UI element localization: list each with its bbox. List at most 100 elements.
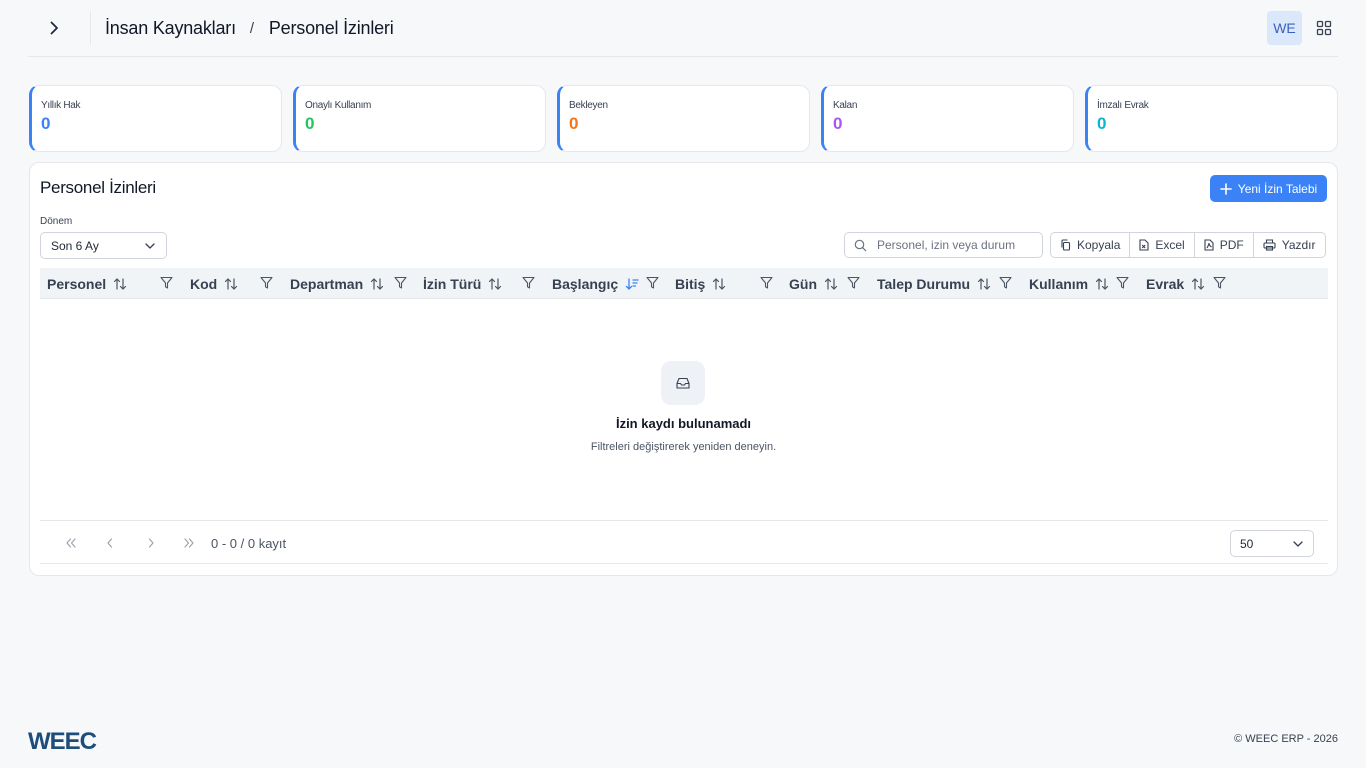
pdf-label: PDF	[1219, 238, 1244, 252]
sort-icon[interactable]	[1191, 277, 1205, 290]
filter-icon[interactable]	[1116, 276, 1129, 290]
stat-label: Bekleyen	[569, 100, 608, 111]
stat-card-signed-docs: İmzalı Evrak 0	[1085, 85, 1338, 152]
stat-value: 0	[41, 114, 51, 133]
column-label: Kod	[190, 275, 218, 292]
sort-icon[interactable]	[224, 277, 238, 290]
grid-icon	[1316, 20, 1332, 36]
user-avatar[interactable]: WE	[1267, 11, 1302, 45]
new-leave-request-label: Yeni İzin Talebi	[1237, 181, 1318, 196]
column-header-gun[interactable]: Gün	[789, 268, 838, 299]
print-button[interactable]: Yazdır	[1254, 233, 1325, 257]
stat-cards: Yıllık Hak 0 Onaylı Kullanım 0 Bekleyen …	[29, 85, 1338, 152]
sidebar-toggle-button[interactable]	[34, 8, 74, 48]
period-select[interactable]: Son 6 Ay	[40, 232, 167, 259]
search-box	[844, 232, 1043, 258]
breadcrumb-item-module[interactable]: İnsan Kaynakları	[105, 18, 236, 39]
sort-icon[interactable]	[370, 277, 384, 290]
sort-desc-icon[interactable]	[625, 277, 639, 290]
export-button-group: Kopyala Excel PDF Yazdır	[1050, 232, 1326, 258]
page-size-value: 50	[1240, 536, 1254, 551]
column-header-izin-turu[interactable]: İzin Türü	[423, 268, 502, 299]
excel-file-icon	[1139, 239, 1149, 251]
stat-label: İmzalı Evrak	[1097, 100, 1149, 111]
sort-icon[interactable]	[977, 277, 991, 290]
stat-value: 0	[833, 114, 843, 133]
column-header-bitis[interactable]: Bitiş	[675, 268, 726, 299]
excel-button[interactable]: Excel	[1130, 233, 1195, 257]
column-header-departman[interactable]: Departman	[290, 268, 384, 299]
stat-card-pending: Bekleyen 0	[557, 85, 810, 152]
chevrons-right-icon	[184, 538, 194, 548]
breadcrumb-separator: /	[249, 19, 254, 37]
column-header-baslangic[interactable]: Başlangıç	[552, 268, 639, 299]
column-label: Evrak	[1146, 275, 1185, 292]
filter-icon[interactable]	[394, 276, 407, 290]
chevron-right-icon	[148, 538, 154, 548]
sort-icon[interactable]	[1095, 277, 1109, 290]
period-value: Son 6 Ay	[51, 238, 99, 253]
next-page-button[interactable]	[141, 534, 161, 552]
svg-text:WEEC: WEEC	[28, 729, 97, 751]
stat-value: 0	[1097, 114, 1107, 133]
prev-page-button[interactable]	[100, 534, 120, 552]
search-input[interactable]	[877, 238, 1027, 252]
column-label: Gün	[789, 275, 817, 292]
excel-label: Excel	[1155, 238, 1185, 252]
copy-button[interactable]: Kopyala	[1051, 233, 1131, 257]
first-page-button[interactable]	[61, 534, 81, 552]
filter-icon[interactable]	[260, 276, 273, 290]
column-label: Personel	[47, 275, 107, 292]
search-icon	[854, 239, 867, 251]
filter-icon[interactable]	[1213, 276, 1226, 290]
stat-value: 0	[305, 114, 315, 133]
column-header-kod[interactable]: Kod	[190, 268, 238, 299]
sort-icon[interactable]	[824, 277, 838, 290]
panel-title: Personel İzinleri	[40, 178, 156, 197]
stat-card-annual-entitlement: Yıllık Hak 0	[29, 85, 282, 152]
filter-icon[interactable]	[160, 276, 173, 290]
copyright-text: © WEEC ERP - 2026	[1234, 733, 1338, 745]
chevrons-left-icon	[66, 538, 76, 548]
header-divider	[90, 11, 91, 45]
inbox-icon	[661, 361, 705, 405]
top-bar: İnsan Kaynakları / Personel İzinleri WE	[28, 0, 1338, 57]
sort-icon[interactable]	[488, 277, 502, 290]
stat-label: Yıllık Hak	[41, 100, 81, 111]
sort-icon[interactable]	[712, 277, 726, 290]
filter-icon[interactable]	[999, 276, 1012, 290]
copy-icon	[1061, 239, 1071, 251]
column-header-evrak[interactable]: Evrak	[1146, 268, 1205, 299]
filter-icon[interactable]	[760, 276, 773, 290]
sort-icon[interactable]	[113, 277, 127, 290]
chevron-down-icon	[145, 242, 155, 249]
filter-icon[interactable]	[522, 276, 535, 290]
filter-icon[interactable]	[646, 276, 659, 290]
weec-logo: WEEC	[28, 728, 112, 756]
apps-grid-button[interactable]	[1310, 11, 1338, 45]
stat-label: Kalan	[833, 100, 858, 111]
column-header-kullanim[interactable]: Kullanım	[1029, 268, 1109, 299]
column-label: İzin Türü	[423, 275, 482, 292]
column-header-personel[interactable]: Personel	[47, 268, 127, 299]
period-label: Dönem	[40, 216, 73, 227]
empty-state-title: İzin kaydı bulunamadı	[615, 416, 752, 431]
last-page-button[interactable]	[179, 534, 199, 552]
chevron-left-icon	[107, 538, 113, 548]
column-label: Bitiş	[675, 275, 706, 292]
chevron-down-icon	[1293, 540, 1303, 547]
stat-label: Onaylı Kullanım	[305, 100, 372, 111]
new-leave-request-button[interactable]: Yeni İzin Talebi	[1210, 175, 1327, 202]
column-label: Kullanım	[1029, 275, 1089, 292]
column-header-talep-durumu[interactable]: Talep Durumu	[877, 268, 991, 299]
pdf-file-icon	[1204, 239, 1214, 251]
column-label: Departman	[290, 275, 364, 292]
pdf-button[interactable]: PDF	[1195, 233, 1254, 257]
print-label: Yazdır	[1281, 238, 1316, 252]
page-size-select[interactable]: 50	[1230, 530, 1314, 557]
filter-icon[interactable]	[847, 276, 860, 290]
plus-icon	[1219, 182, 1232, 195]
stat-card-remaining: Kalan 0	[821, 85, 1074, 152]
leave-list-panel: Personel İzinleri Yeni İzin Talebi Dönem…	[29, 162, 1338, 576]
breadcrumb-item-current: Personel İzinleri	[268, 17, 394, 38]
